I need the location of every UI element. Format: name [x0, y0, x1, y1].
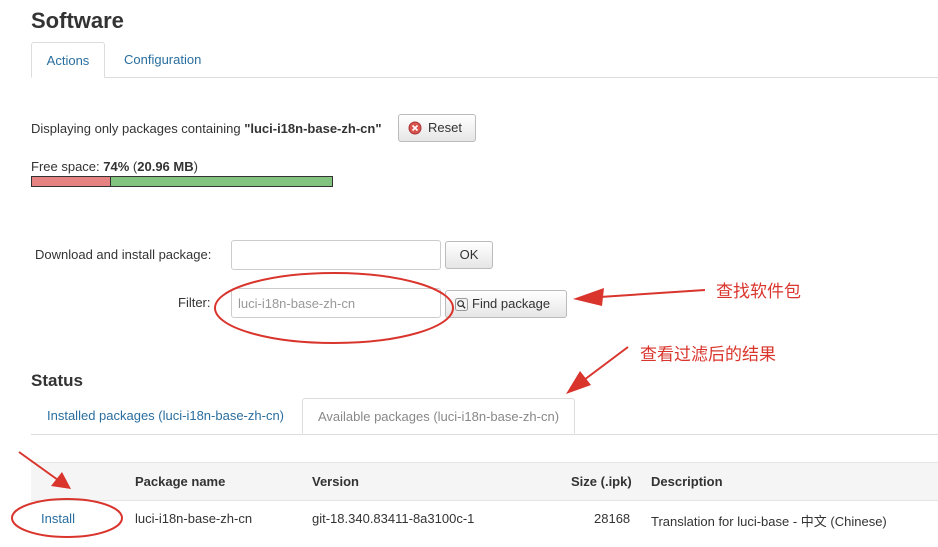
- reset-button[interactable]: Reset: [398, 114, 476, 142]
- cell-version: git-18.340.83411-8a3100c-1: [312, 511, 475, 526]
- annotation-view: 查看过滤后的结果: [640, 345, 776, 365]
- tab-configuration[interactable]: Configuration: [109, 42, 216, 78]
- free-space-amount: 20.96 MB: [137, 159, 194, 174]
- tab-actions[interactable]: Actions: [31, 42, 105, 78]
- ok-button[interactable]: OK: [445, 241, 493, 269]
- cell-size: 28168: [594, 511, 631, 526]
- packages-table-header: Package name Version Size (.ipk) Descrip…: [31, 462, 938, 501]
- search-icon: [455, 297, 468, 311]
- install-link[interactable]: Install: [41, 511, 75, 526]
- filter-notice-term: "luci-i18n-base-zh-cn": [244, 121, 382, 136]
- free-space-percent: 74%: [103, 159, 130, 174]
- col-version: Version: [312, 474, 359, 489]
- col-size: Size (.ipk): [571, 474, 632, 489]
- cell-description: Translation for luci-base - 中文 (Chinese): [651, 514, 887, 529]
- filter-notice-prefix: Displaying only packages containing: [31, 121, 245, 136]
- download-label: Download and install package:: [35, 247, 212, 262]
- used-space-fill: [32, 177, 111, 186]
- find-package-label: Find package: [472, 296, 551, 311]
- free-space-label: Free space:: [31, 159, 104, 174]
- reset-icon: [408, 121, 422, 135]
- free-space: Free space: 74% (20.96 MB): [31, 159, 198, 174]
- col-description: Description: [651, 474, 723, 489]
- find-arrow-head: [573, 288, 604, 306]
- view-arrow-shaft: [583, 346, 629, 381]
- free-space-bar: [31, 176, 333, 187]
- tab-available-packages[interactable]: Available packages (luci-i18n-base-zh-cn…: [302, 398, 575, 434]
- tab-installed-packages[interactable]: Installed packages (luci-i18n-base-zh-cn…: [32, 398, 299, 434]
- status-heading: Status: [31, 371, 83, 390]
- download-package-input[interactable]: [231, 240, 441, 270]
- view-arrow-head: [566, 371, 591, 394]
- reset-label: Reset: [428, 120, 462, 135]
- filter-notice: Displaying only packages containing "luc…: [31, 121, 381, 136]
- filter-input[interactable]: [231, 288, 441, 318]
- col-package-name: Package name: [135, 474, 226, 489]
- cell-package-name: luci-i18n-base-zh-cn: [135, 511, 253, 526]
- page-title: Software: [31, 8, 124, 33]
- filter-label: Filter:: [178, 295, 211, 310]
- annotation-find: 查找软件包: [716, 282, 801, 302]
- find-package-button[interactable]: Find package: [445, 290, 567, 318]
- find-arrow-shaft: [599, 289, 706, 298]
